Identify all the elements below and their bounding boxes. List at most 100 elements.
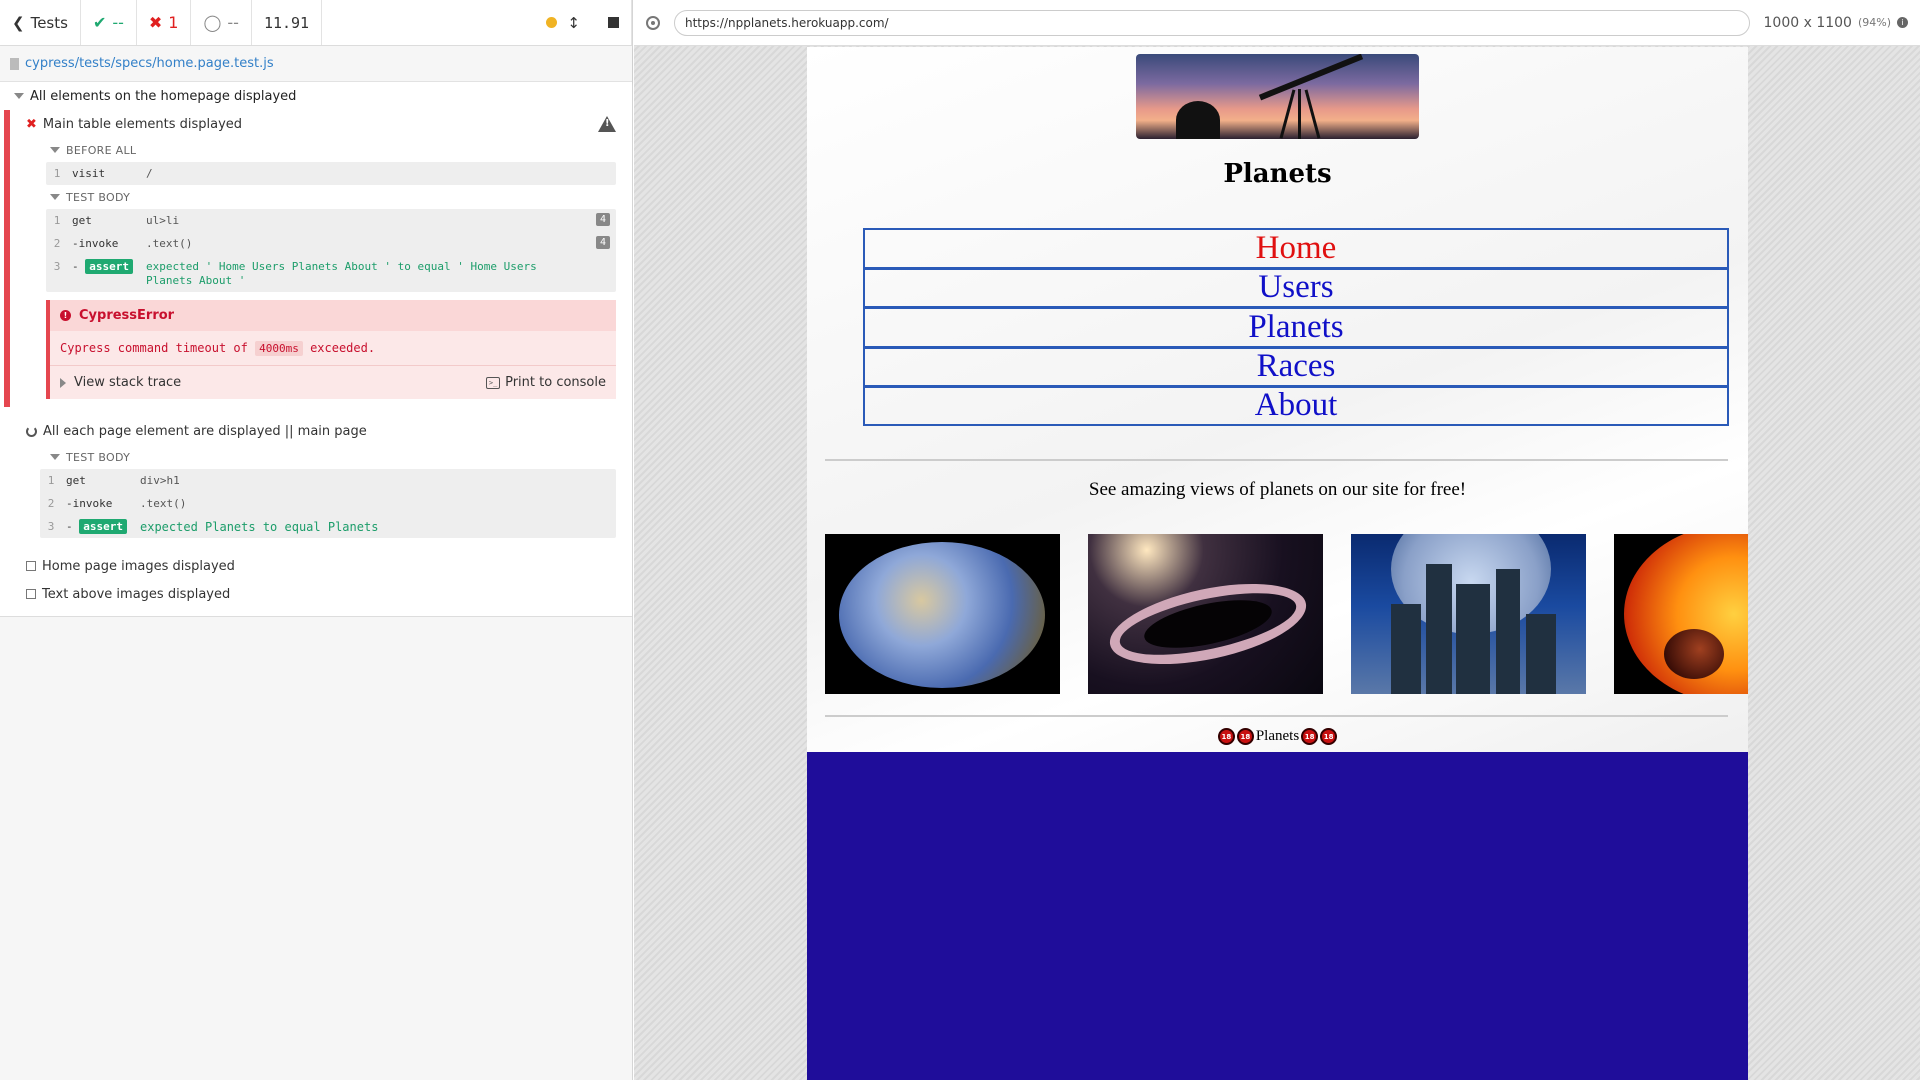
spinner-icon <box>26 425 37 437</box>
app-iframe: Planets Home Users Planets Races About S… <box>807 47 1748 1080</box>
failed-test: ✖ Main table elements displayed BEFORE A… <box>4 110 632 407</box>
footer-text: Planets <box>1255 728 1300 744</box>
test-title[interactable]: Text above images displayed <box>0 580 632 608</box>
command-name: get <box>72 214 92 227</box>
chevron-left-icon: ❮ <box>12 13 25 32</box>
command-row[interactable]: 1 get div>h1 <box>40 469 616 492</box>
failed-x-icon: ✖ <box>26 116 37 132</box>
pending-count[interactable]: ◯ -- <box>191 0 252 45</box>
page-footer: 18 18 Planets 18 18 <box>807 728 1748 745</box>
caret-right-icon <box>60 377 66 388</box>
suite-title-text: All elements on the homepage displayed <box>30 88 297 104</box>
circle-icon: ◯ <box>203 13 222 32</box>
url-field[interactable]: https://npplanets.herokuapp.com/ <box>674 9 1750 36</box>
assert-tag: assert <box>79 519 127 534</box>
error-message-pre: Cypress command timeout of <box>60 341 248 355</box>
stop-button[interactable] <box>608 17 619 28</box>
command-message: div>h1 <box>140 474 180 487</box>
hook-label-text: BEFORE ALL <box>66 143 137 157</box>
pending-box-icon <box>26 561 36 571</box>
passed-value: -- <box>112 13 124 32</box>
failed-count[interactable]: ✖ 1 <box>137 0 192 45</box>
error-footer: View stack trace >_ Print to console <box>50 365 616 399</box>
viewport-size: 1000 x 1100 <box>1763 14 1852 31</box>
terminal-icon: >_ <box>486 376 501 389</box>
back-to-tests-button[interactable]: ❮ Tests <box>0 0 81 45</box>
running-indicator-icon <box>546 17 558 28</box>
passed-count[interactable]: ✔ -- <box>81 0 137 45</box>
command-prefix: - <box>66 520 73 533</box>
selector-playground-icon[interactable] <box>646 15 660 30</box>
test-title[interactable]: Home page images displayed <box>0 552 632 580</box>
nav-link-about[interactable]: About <box>863 386 1729 426</box>
command-list: 1 get ul>li 4 2 -invoke .text() 4 3 - as… <box>46 209 616 292</box>
command-list: 1 get div>h1 2 -invoke .text() 3 - asser… <box>40 469 616 538</box>
command-message: expected ' Home Users Planets About ' to… <box>146 260 537 287</box>
command-row[interactable]: 2 -invoke .text() 4 <box>46 232 616 255</box>
command-row[interactable]: 3 - assert expected Planets to equal Pla… <box>40 515 616 538</box>
before-all-hook[interactable]: BEFORE ALL <box>10 138 632 162</box>
caret-down-icon <box>50 147 60 153</box>
test-title-text: Home page images displayed <box>42 558 235 574</box>
pending-test: Text above images displayed <box>0 580 632 608</box>
test-title[interactable]: All each page element are displayed || m… <box>10 417 632 445</box>
caret-down-icon <box>14 93 24 99</box>
caret-down-icon <box>50 454 60 460</box>
back-label: Tests <box>30 13 68 32</box>
nav-link-home[interactable]: Home <box>863 228 1729 268</box>
x-icon: ✖ <box>148 13 163 32</box>
command-row[interactable]: 2 -invoke .text() <box>40 492 616 515</box>
command-message: expected Planets to equal Planets <box>140 520 379 534</box>
test-title[interactable]: ✖ Main table elements displayed <box>10 110 632 138</box>
test-title-text: Text above images displayed <box>42 586 231 602</box>
error-message-post: exceeded. <box>310 341 376 355</box>
command-number: 2 <box>53 237 61 250</box>
age-badge-icon: 18 <box>1320 728 1338 745</box>
nav-link-races[interactable]: Races <box>863 346 1729 386</box>
mercury-image <box>825 534 1060 694</box>
test-body-hook[interactable]: TEST BODY <box>10 445 632 469</box>
error-message-code: 4000ms <box>255 341 303 356</box>
print-to-console-button[interactable]: >_ Print to console <box>486 375 606 390</box>
divider <box>825 459 1728 461</box>
age-badge-icon: 18 <box>1217 728 1235 745</box>
spec-file-link[interactable]: cypress/tests/specs/home.page.test.js <box>0 46 632 82</box>
command-message: .text() <box>140 497 187 510</box>
auto-scroll-toggle-icon[interactable]: ↕ <box>567 14 580 32</box>
command-name: get <box>66 474 86 487</box>
divider <box>825 715 1728 717</box>
command-message: ul>li <box>146 214 180 227</box>
view-stack-trace-toggle[interactable]: View stack trace <box>74 375 181 390</box>
pending-box-icon <box>26 589 36 599</box>
nav-link-planets[interactable]: Planets <box>863 307 1729 347</box>
run-controls: ↕ <box>534 0 632 45</box>
command-row[interactable]: 1 visit / <box>46 162 616 185</box>
error-header: ! CypressError <box>50 300 616 331</box>
element-count-badge: 4 <box>595 236 610 249</box>
running-test: All each page element are displayed || m… <box>10 417 632 538</box>
suite-title[interactable]: All elements on the homepage displayed <box>0 82 632 110</box>
sun-image <box>1614 534 1748 694</box>
command-number: 2 <box>47 497 55 510</box>
info-icon[interactable]: i <box>1897 17 1908 28</box>
command-row[interactable]: 3 - assert expected ' Home Users Planets… <box>46 255 616 292</box>
moon-city-image <box>1351 534 1586 694</box>
command-number: 1 <box>53 167 61 180</box>
aut-panel: https://npplanets.herokuapp.com/ 1000 x … <box>634 0 1920 1080</box>
print-to-console-label: Print to console <box>505 375 606 390</box>
command-message: / <box>146 167 153 180</box>
url-bar: https://npplanets.herokuapp.com/ 1000 x … <box>634 0 1920 46</box>
command-message: .text() <box>146 237 193 250</box>
command-row[interactable]: 1 get ul>li 4 <box>46 209 616 232</box>
command-number: 1 <box>53 214 61 227</box>
test-body-hook[interactable]: TEST BODY <box>10 185 632 209</box>
pending-test: Home page images displayed <box>0 552 632 580</box>
warning-icon[interactable] <box>598 116 616 132</box>
check-icon: ✔ <box>92 13 107 32</box>
command-list: 1 visit / <box>46 162 616 185</box>
viewport-info: 1000 x 1100 (94%) i <box>1763 14 1908 31</box>
hook-label-text: TEST BODY <box>66 450 131 464</box>
nav-link-users[interactable]: Users <box>863 267 1729 307</box>
failed-value: 1 <box>168 13 179 32</box>
stats-bar: ❮ Tests ✔ -- ✖ 1 ◯ -- 11.91 ↕ <box>0 0 632 46</box>
